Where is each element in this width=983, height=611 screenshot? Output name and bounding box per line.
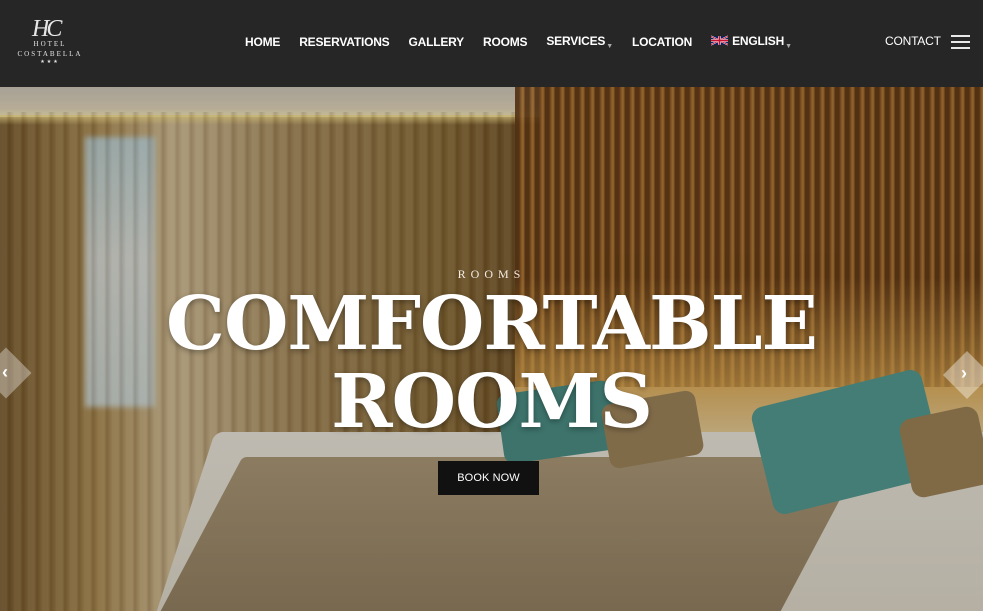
hotel-logo[interactable]: HC HOTEL COSTABELLA ★★★ (10, 12, 90, 70)
nav-services-label: SERVICES (546, 34, 606, 48)
chevron-down-icon: ▼ (606, 43, 613, 50)
book-now-button[interactable]: BOOK NOW (438, 461, 539, 495)
nav-home[interactable]: HOME (245, 35, 280, 49)
hero-title-line2: ROOMS (331, 359, 653, 445)
hamburger-icon[interactable] (951, 35, 970, 49)
site-header: HC HOTEL COSTABELLA ★★★ HOME RESERVATION… (0, 0, 983, 87)
nav-rooms[interactable]: ROOMS (483, 35, 528, 49)
logo-stars: ★★★ (40, 59, 60, 65)
chevron-left-icon[interactable]: ‹ (2, 362, 8, 383)
hero-subtitle: ROOMS (457, 267, 526, 281)
nav-contact[interactable]: CONTACT (885, 34, 941, 48)
nav-gallery[interactable]: GALLERY (409, 35, 465, 49)
logo-monogram: HC (32, 16, 62, 42)
nav-language[interactable]: ENGLISH▼ (711, 34, 792, 50)
uk-flag-icon (711, 35, 729, 46)
chevron-down-icon: ▼ (785, 43, 792, 50)
hero-title: COMFORTABLE ROOMS (0, 285, 983, 441)
main-nav: HOME RESERVATIONS GALLERY ROOMS SERVICES… (245, 34, 811, 50)
logo-line-hotel: HOTEL (33, 40, 67, 48)
logo-line-name: COSTABELLA (17, 50, 83, 58)
nav-location[interactable]: LOCATION (632, 35, 692, 49)
nav-reservations[interactable]: RESERVATIONS (299, 35, 389, 49)
chevron-right-icon[interactable]: › (961, 363, 967, 384)
nav-services[interactable]: SERVICES▼ (546, 34, 613, 50)
hero-slider: ROOMS COMFORTABLE ROOMS BOOK NOW ‹ › (0, 87, 983, 611)
nav-language-label: ENGLISH (732, 34, 785, 48)
hero-title-line1: COMFORTABLE (166, 281, 818, 367)
